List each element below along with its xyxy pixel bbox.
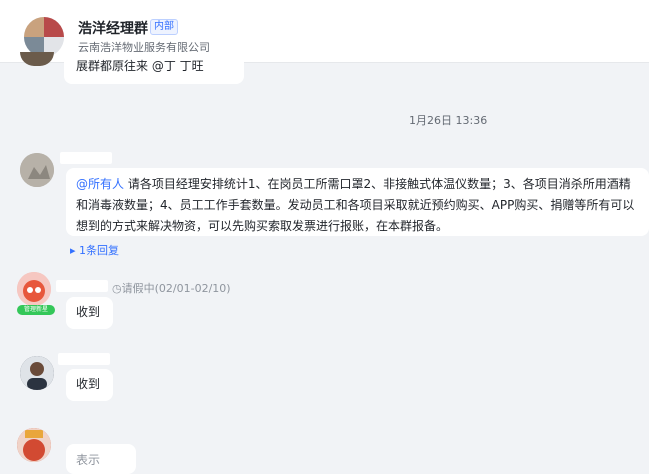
avatar[interactable]: [20, 356, 54, 390]
reply-count: 1条回复: [79, 244, 120, 257]
announcement-bubble: @所有人 请各项目经理安排统计1、在岗员工所需口罩2、非接触式体温仪数量；3、各…: [66, 168, 649, 236]
avatar-photo-icon: [20, 153, 54, 187]
clock-icon: ◷: [112, 282, 122, 295]
leave-status: ◷请假中(02/01-02/10): [112, 282, 231, 295]
mention-all[interactable]: @所有人: [76, 177, 124, 191]
avatar[interactable]: [20, 153, 54, 187]
partial-message-bubble: 展群都原往来 @丁 丁旺: [64, 52, 244, 84]
message-text: 表示: [76, 453, 101, 467]
cartoon-avatar-icon: [17, 272, 51, 306]
avatar[interactable]: [20, 52, 54, 66]
cartoon-avatar-icon: [17, 428, 51, 462]
member-badge: 管理新星: [17, 305, 55, 315]
reply-arrow-icon: ▸: [70, 244, 80, 257]
avatar[interactable]: [17, 428, 51, 462]
message-text: 收到: [76, 377, 101, 391]
announcement-text: 请各项目经理安排统计1、在岗员工所需口罩2、非接触式体温仪数量；3、各项目消杀所…: [76, 177, 635, 233]
message-text: 展群都原往来 @丁 丁旺: [76, 59, 204, 73]
group-title[interactable]: 浩洋经理群: [78, 18, 148, 38]
person-avatar-icon: [20, 356, 54, 390]
message-bubble: 收到: [66, 297, 113, 329]
message-timestamp: 1月26日 13:36: [409, 114, 488, 127]
internal-badge: 内部: [150, 19, 178, 35]
message-bubble: 表示: [66, 444, 136, 474]
message-text: 收到: [76, 305, 101, 319]
group-avatar[interactable]: [24, 17, 64, 57]
sender-name-redacted: [58, 353, 110, 365]
sender-name-redacted: [60, 152, 112, 164]
sender-name-redacted: [56, 280, 108, 292]
reply-thread-link[interactable]: ▸ 1条回复: [70, 242, 119, 258]
message-bubble: 收到: [66, 369, 113, 401]
avatar[interactable]: [17, 272, 51, 306]
